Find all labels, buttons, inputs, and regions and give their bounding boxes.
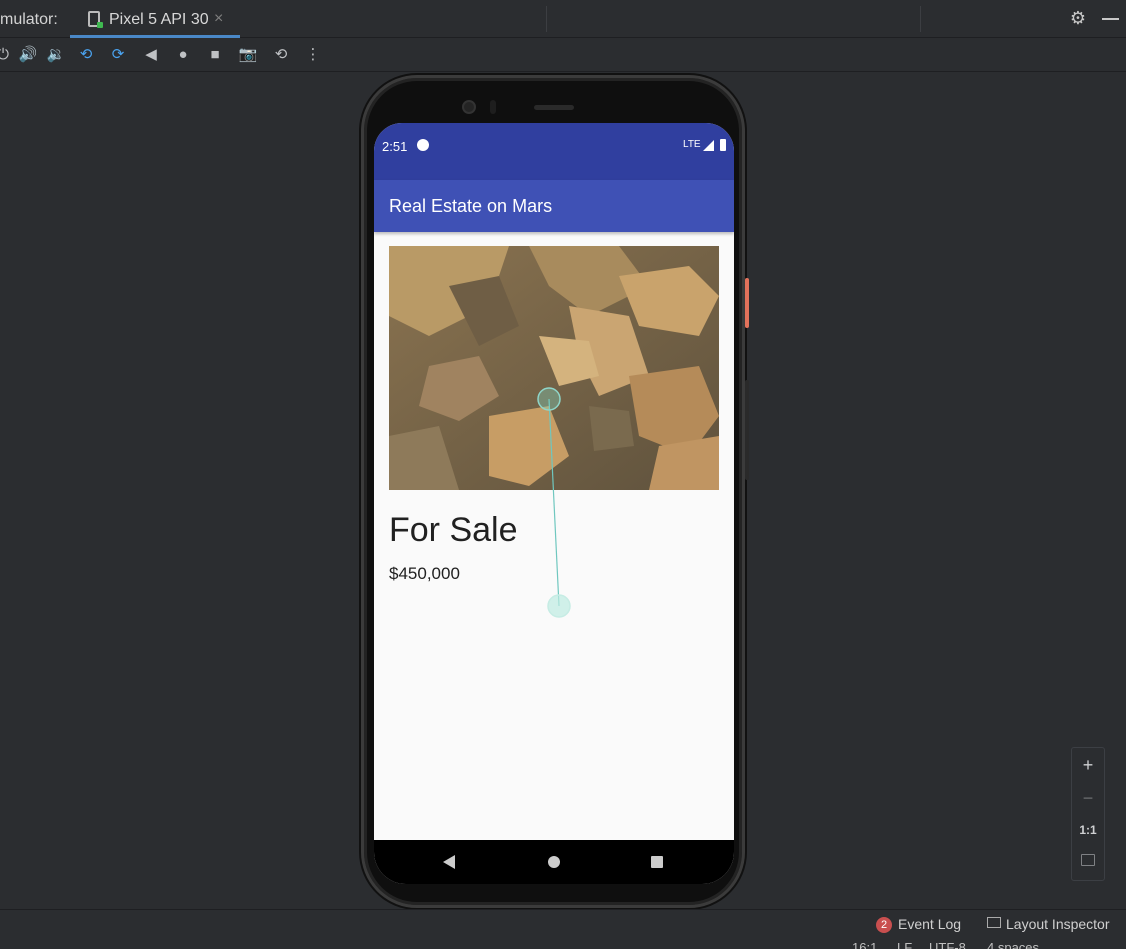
snapshot-icon[interactable]: ⟲ — [270, 44, 292, 66]
event-log-button[interactable]: 2 Event Log — [876, 916, 961, 934]
earpiece — [534, 105, 574, 110]
back-icon[interactable]: ◀ — [140, 44, 162, 66]
indent-setting[interactable]: 4 spaces — [987, 939, 1039, 949]
sensor — [490, 100, 496, 114]
home-icon[interactable]: ● — [172, 44, 194, 66]
app-bar: Real Estate on Mars — [374, 180, 734, 232]
minimize-icon[interactable] — [1102, 18, 1119, 20]
zoom-out-button[interactable]: − — [1072, 783, 1104, 813]
cursor-position[interactable]: 16:1 — [852, 939, 877, 949]
event-log-label: Event Log — [898, 916, 962, 932]
navigation-bar — [374, 840, 734, 884]
mars-property-image[interactable] — [389, 246, 719, 490]
rotate-right-icon[interactable]: ⟳ — [107, 44, 129, 66]
nav-home-icon[interactable] — [548, 856, 560, 868]
event-log-count-badge: 2 — [876, 917, 892, 933]
screenshot-icon[interactable]: 📷 — [237, 44, 259, 66]
volume-up-icon[interactable]: 🔊 — [17, 44, 39, 66]
zoom-actual-size-button[interactable]: 1:1 — [1072, 815, 1104, 845]
layout-inspector-button[interactable]: Layout Inspector — [987, 916, 1110, 932]
layout-inspector-icon — [987, 917, 1001, 928]
device-screen[interactable]: 2:51 LTE Real Estate on Mars For Sale $4… — [374, 123, 734, 884]
divider — [920, 6, 921, 32]
emulator-toolbar: ⏻ 🔊 🔉 ⟲ ⟳ ◀ ● ■ 📷 ⟲ ⋮ — [0, 38, 1126, 72]
overview-icon[interactable]: ■ — [204, 44, 226, 66]
volume-rocker[interactable] — [745, 380, 749, 480]
nav-recents-icon[interactable] — [651, 856, 663, 868]
zoom-controls: + − 1:1 — [1071, 747, 1105, 881]
status-bar: 2:51 LTE — [374, 123, 734, 180]
listing-price: $450,000 — [389, 564, 460, 583]
line-separator[interactable]: LF — [897, 939, 912, 949]
emulator-tab-bar: mulator: Pixel 5 API 30 × ⚙ — [0, 0, 1126, 38]
camera-icon — [462, 100, 476, 114]
tab-close-icon[interactable]: × — [214, 10, 223, 28]
signal-icon — [703, 140, 714, 151]
divider — [546, 6, 547, 32]
notification-icon — [417, 139, 429, 151]
more-icon[interactable]: ⋮ — [302, 44, 324, 66]
tool-window-bar: 2 Event Log Layout Inspector — [0, 909, 1126, 939]
battery-icon — [720, 139, 726, 151]
power-icon[interactable]: ⏻ — [0, 44, 14, 66]
file-encoding[interactable]: UTF-8 — [929, 939, 966, 949]
app-title: Real Estate on Mars — [389, 196, 553, 216]
zoom-fit-icon[interactable] — [1081, 854, 1095, 866]
rotate-left-icon[interactable]: ⟲ — [75, 44, 97, 66]
gear-icon[interactable]: ⚙ — [1068, 8, 1088, 28]
listing-type-heading: For Sale — [389, 511, 518, 549]
power-button[interactable] — [745, 278, 749, 328]
layout-inspector-label: Layout Inspector — [1006, 916, 1110, 932]
tab-pixel-5-api-30[interactable]: Pixel 5 API 30 × — [70, 0, 240, 38]
status-time: 2:51 — [382, 139, 408, 154]
nav-back-icon[interactable] — [443, 855, 455, 869]
device-icon — [88, 11, 103, 28]
zoom-in-button[interactable]: + — [1072, 750, 1104, 780]
emulator-panel-label: mulator: — [0, 11, 58, 28]
network-label: LTE — [683, 139, 701, 150]
volume-down-icon[interactable]: 🔉 — [45, 44, 67, 66]
tab-label: Pixel 5 API 30 — [109, 11, 209, 28]
status-line: 16:1 LF UTF-8 4 spaces — [0, 939, 1126, 949]
